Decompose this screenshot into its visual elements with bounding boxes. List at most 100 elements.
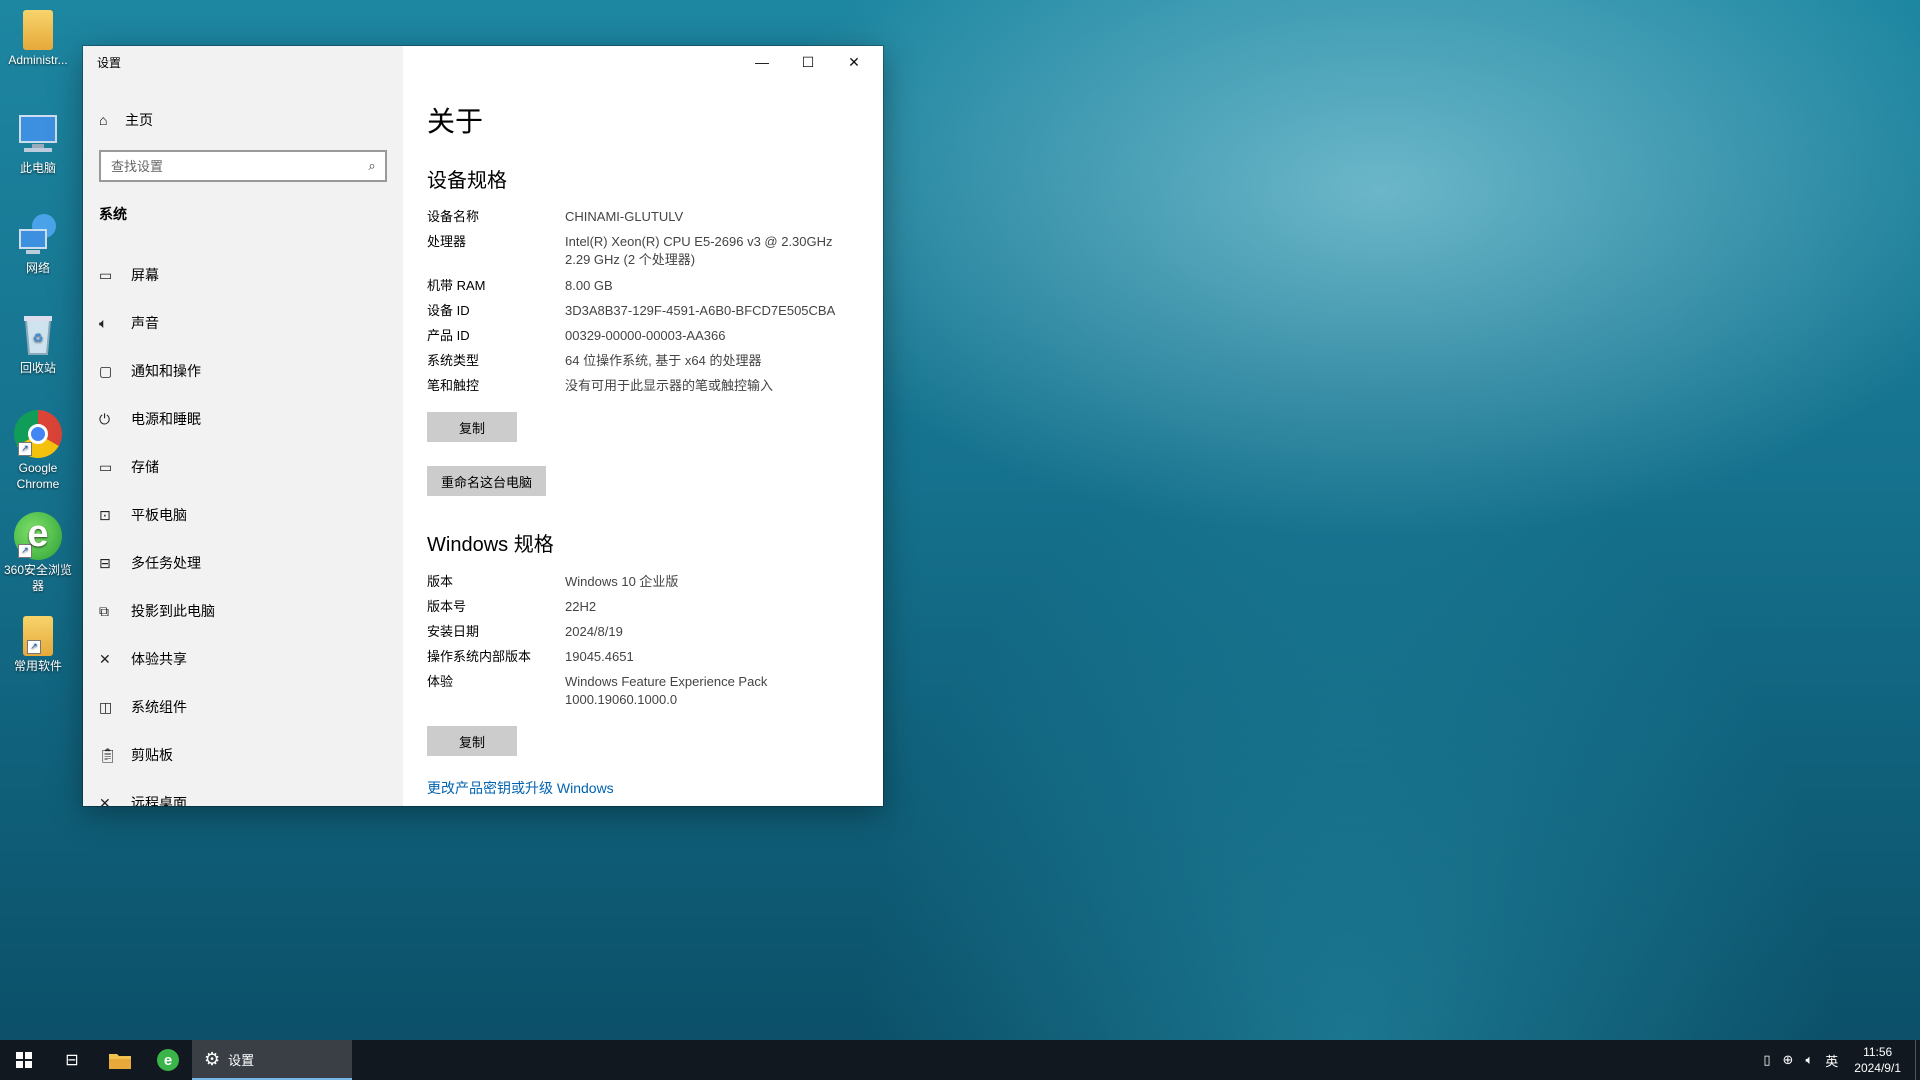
spec-value: 8.00 GB [565,278,613,293]
nav-item-remote-desktop[interactable]: ✕ 远程桌面 [83,779,403,807]
network-globe-icon[interactable]: ⊕ [1783,1052,1794,1068]
change-product-key-link[interactable]: 更改产品密钥或升级 Windows [427,778,614,798]
spec-key: 系统类型 [427,353,480,368]
shortcut-arrow-icon: ↗ [18,544,32,558]
recycle-bin-icon: ♻ [14,310,62,358]
spec-value-line: 2.29 GHz (2 个处理器) [565,252,696,267]
device-spec-list: 设备名称 CHINAMI-GLUTULV 处理器 Intel(R) Xeon(R) … [427,208,867,402]
search-input[interactable] [101,158,359,174]
ime-indicator[interactable]: 英 [1825,1051,1838,1070]
maximize-button[interactable]: ☐ [785,46,831,78]
nav-item-system-components[interactable]: ◫ 系统组件 [83,683,403,731]
task-view-button[interactable]: ⊟ [48,1040,96,1080]
network-icon [14,210,62,258]
desktop-icon-360-browser[interactable]: ↗ 360安全浏览器 [0,512,76,594]
show-desktop-button[interactable] [1915,1040,1920,1080]
nav-item-shared-experiences[interactable]: ✕ 体验共享 [83,635,403,683]
spec-row: 安装日期 2024/8/19 [427,623,867,648]
folder-icon: ↗ [23,616,53,656]
nav-item-tablet[interactable]: ⊡ 平板电脑 [83,491,403,539]
spec-row: 设备名称 CHINAMI-GLUTULV [427,208,867,233]
nav-item-multitasking[interactable]: ⊟ 多任务处理 [83,539,403,587]
desktop-icon-network[interactable]: 网络 [0,210,76,276]
monitor-icon: ▭ [99,266,113,283]
tablet-icon: ⊡ [99,506,111,523]
spec-key: 版本 [427,574,454,589]
360-browser-icon: e [157,1049,179,1071]
nav-label: 平板电脑 [131,507,187,523]
home-icon: ⌂ [99,112,108,128]
spec-key: 处理器 [427,234,467,249]
windows-logo-icon [16,1052,32,1068]
copy-windows-spec-button[interactable]: 复制 [427,726,517,756]
rename-pc-button[interactable]: 重命名这台电脑 [427,466,547,496]
nav-item-sound[interactable]: 🔈︎ 声音 [83,299,403,347]
nav-label: 声音 [131,315,159,331]
spec-value: 没有可用于此显示器的笔或触控输入 [565,378,774,393]
spec-row: 版本 Windows 10 企业版 [427,573,867,598]
home-label: 主页 [125,112,153,128]
spec-value: CHINAMI-GLUTULV [565,209,684,224]
spec-row: 机带 RAM 8.00 GB [427,277,867,302]
nav-item-projecting[interactable]: ⧉ 投影到此电脑 [83,587,403,635]
minimize-button[interactable]: ― [739,46,785,78]
home-nav-item[interactable]: ⌂ 主页 [99,108,153,132]
desktop-icon-label: 网络 [25,261,50,275]
360-browser-taskbar-button[interactable]: e [144,1040,192,1080]
copy-device-spec-button[interactable]: 复制 [427,412,517,442]
nav-item-storage[interactable]: ▭ 存储 [83,443,403,491]
desktop-icon-administrator[interactable]: Administr... [0,10,76,68]
spec-value-line: Intel(R) Xeon(R) CPU E5-2696 v3 @ 2.30GH… [565,234,833,249]
desktop-icon-chrome[interactable]: ↗ Google Chrome [0,410,76,492]
desktop-icon-label: Administr... [8,53,68,67]
file-explorer-button[interactable] [96,1040,144,1080]
shortcut-arrow-icon: ↗ [27,640,41,654]
desktop-icon-recycle-bin[interactable]: ♻ 回收站 [0,310,76,376]
components-icon: ◫ [99,698,113,715]
spec-value: 64 位操作系统, 基于 x64 的处理器 [565,353,762,368]
spec-value: 2024/8/19 [565,624,623,639]
spec-row: 体验 Windows Feature Experience Pack 1000.19… [427,673,867,717]
close-button[interactable]: ✕ [831,46,877,78]
volume-muted-icon[interactable]: 🔈︎ [1805,1052,1813,1068]
spec-row: 系统类型 64 位操作系统, 基于 x64 的处理器 [427,352,867,377]
taskbar-app-label: 设置 [228,1052,255,1068]
usb-icon[interactable]: ▯ [1763,1052,1770,1068]
nav-label: 存储 [131,459,159,475]
spec-value-line: Windows Feature Experience Pack [565,674,768,689]
gear-icon: ⚙ [204,1048,221,1069]
computer-icon [14,110,62,158]
spec-row: 产品 ID 00329-00000-00003-AA366 [427,327,867,352]
spec-value: Intel(R) Xeon(R) CPU E5-2696 v3 @ 2.30GH… [565,233,867,277]
about-content: ― ☐ ✕ 关于 设备规格 设备名称 CHINAMI-GLUTULV 处理器 Int… [403,46,883,806]
windows-spec-list: 版本 Windows 10 企业版 版本号 22H2 安装日期 2024/8/19 操… [427,573,867,717]
spec-key: 产品 ID [427,328,470,343]
settings-sidebar: 设置 ⌂ 主页 ⌕ 系统 ▭屏幕 🔈︎声音 ▢通知和操作 ⏻电源和睡眠 ▭存储 … [83,46,403,806]
windows-spec-title: Windows 规格 [427,534,554,556]
nav-item-power[interactable]: ⏻ 电源和睡眠 [83,395,403,443]
nav-item-clipboard[interactable]: 📋︎ 剪贴板 [83,731,403,779]
user-folder-icon [23,10,53,50]
remote-icon: ✕ [99,794,111,807]
svg-text:♻: ♻ [33,331,44,345]
spec-row: 处理器 Intel(R) Xeon(R) CPU E5-2696 v3 @ 2.3… [427,233,867,277]
device-spec-title: 设备规格 [427,170,507,192]
project-icon: ⧉ [99,602,109,619]
search-icon[interactable]: ⌕ [359,158,385,174]
settings-taskbar-button[interactable]: ⚙ 设置 [192,1040,352,1080]
desktop-icon-this-pc[interactable]: 此电脑 [0,110,76,176]
nav-label: 多任务处理 [131,555,201,571]
spec-key: 设备名称 [427,209,480,224]
clock[interactable]: 11:56 2024/9/1 [1854,1044,1901,1076]
storage-icon: ▭ [99,458,113,475]
desktop-icon-common-software[interactable]: ↗ 常用软件 [0,616,76,674]
search-box[interactable]: ⌕ [99,150,387,182]
nav-item-notifications[interactable]: ▢ 通知和操作 [83,347,403,395]
nav-item-display[interactable]: ▭ 屏幕 [83,251,403,299]
start-button[interactable] [0,1040,48,1080]
system-tray: ▯ ⊕ 🔈︎ 英 11:56 2024/9/1 [1757,1040,1920,1080]
nav-label: 远程桌面 [131,795,187,806]
spec-value: Windows Feature Experience Pack 1000.1906… [565,673,867,717]
nav-label: 投影到此电脑 [131,603,215,619]
spec-key: 操作系统内部版本 [427,649,532,664]
